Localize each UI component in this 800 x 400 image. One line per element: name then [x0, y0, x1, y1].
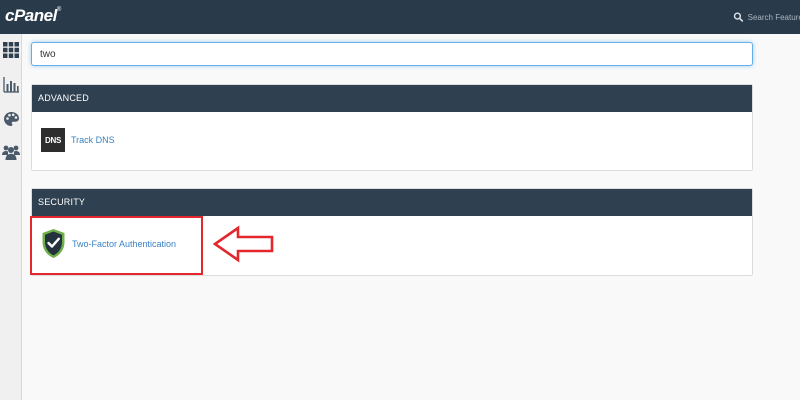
sidebar — [0, 34, 22, 400]
section-title-advanced: ADVANCED — [32, 85, 752, 112]
sidebar-item-users[interactable] — [0, 140, 22, 164]
sidebar-item-stats[interactable] — [0, 73, 22, 97]
users-icon — [2, 145, 20, 160]
top-bar: cPanel® Search Features — [0, 0, 800, 34]
sidebar-item-themes[interactable] — [0, 107, 22, 131]
search-icon — [733, 12, 744, 22]
track-dns-link[interactable]: DNS Track DNS — [41, 128, 115, 152]
pointer-arrow-icon — [212, 225, 274, 263]
feature-search-input[interactable] — [31, 42, 753, 66]
section-title-security: SECURITY — [32, 189, 752, 216]
sidebar-item-home[interactable] — [0, 38, 22, 62]
header-search[interactable]: Search Features — [733, 10, 800, 24]
logo-mark: ® — [56, 7, 61, 13]
logo-text: cPanel — [5, 6, 57, 25]
highlight-box — [30, 216, 203, 275]
palette-icon — [3, 112, 19, 126]
bar-chart-icon — [3, 77, 19, 93]
cpanel-logo[interactable]: cPanel® — [5, 6, 61, 26]
section-advanced: ADVANCED DNS Track DNS — [31, 84, 753, 171]
header-search-placeholder: Search Features — [747, 12, 800, 22]
track-dns-label: Track DNS — [71, 135, 115, 145]
dns-icon: DNS — [41, 128, 65, 152]
grid-icon — [3, 42, 19, 58]
